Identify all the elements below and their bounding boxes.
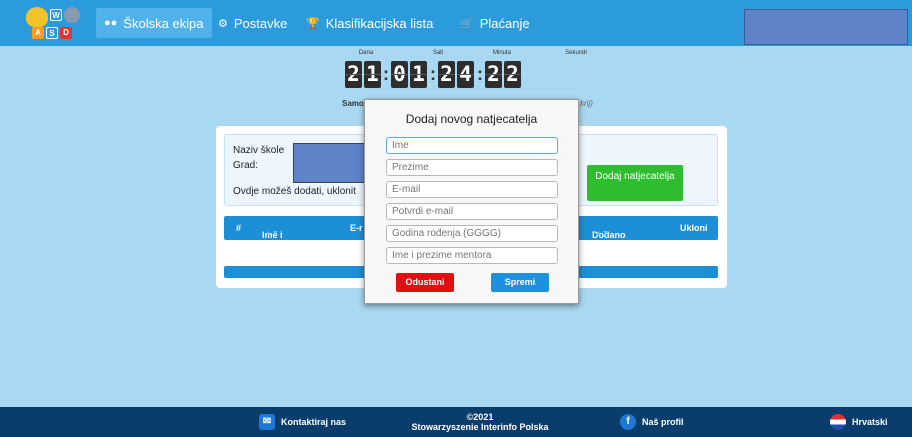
school-name-label: Naziv škole (233, 145, 285, 156)
save-button[interactable]: Spremi (491, 273, 549, 292)
facebook-icon: f (620, 414, 636, 430)
countdown-label-seconds: Sekundi (565, 50, 587, 56)
language-selector[interactable]: Hrvatski (830, 407, 888, 437)
add-competitor-modal: Dodaj novog natjecatelja Odustani Spremi (364, 99, 579, 304)
countdown-digit: 2 (438, 61, 455, 88)
nav-item-payment[interactable]: 🛒 Plaćanje (452, 0, 538, 46)
gear-icon: ⚙ (218, 17, 228, 30)
countdown-digit: 1 (364, 61, 381, 88)
school-name-redacted (293, 143, 369, 183)
contact-label: Kontaktiraj nas (281, 417, 347, 427)
logo-letter: A (32, 27, 44, 39)
modal-title: Dodaj novog natjecatelja (405, 112, 538, 126)
cart-icon: 🛒 (460, 17, 474, 30)
nav-item-label: Plaćanje (479, 15, 530, 31)
copyright-block: ©2021 Stowarzyszenie Interinfo Polska (410, 412, 550, 432)
organization-name: Stowarzyszenie Interinfo Polska (411, 422, 549, 432)
countdown-digit: 1 (410, 61, 427, 88)
profile-link[interactable]: f Naš profil (620, 407, 684, 437)
email-confirm-input[interactable] (386, 203, 558, 220)
language-label: Hrvatski (852, 417, 888, 427)
logo-badge-icon (64, 7, 80, 23)
countdown-caption: Samo (342, 99, 364, 108)
countdown-label-hours: Sati (432, 50, 444, 56)
envelope-icon: ✉ (259, 414, 275, 430)
users-icon: ●● (104, 17, 118, 29)
logo-letter: W (50, 9, 62, 21)
top-nav: W A S D ●● Školska ekipa ⚙ Postavke 🏆 Kl… (0, 0, 912, 46)
profile-label: Naš profil (642, 417, 684, 427)
copyright-year: ©2021 (466, 412, 494, 422)
countdown-digit: 2 (345, 61, 362, 88)
add-competitor-button[interactable]: Dodaj natjecatelja (587, 165, 683, 201)
column-number: # (236, 223, 242, 233)
nav-item-school-team[interactable]: ●● Školska ekipa (96, 8, 212, 38)
nav-item-label: Školska ekipa (123, 15, 204, 31)
countdown-hide-link[interactable]: krij) (580, 99, 593, 108)
column-email[interactable]: E-r (350, 223, 363, 233)
nav-item-label: Klasifikacijska lista (325, 15, 434, 31)
sort-icon: ▲▼ (595, 230, 609, 237)
logo-letter: D (60, 27, 72, 39)
countdown-digit: 0 (391, 61, 408, 88)
countdown-digit: 2 (485, 61, 502, 88)
mentor-name-input[interactable] (386, 247, 558, 264)
instructions-text: Ovdje možeš dodati, uklonit (233, 186, 356, 197)
countdown-label-days: Dana (358, 50, 374, 56)
logo-letter: S (46, 27, 58, 39)
nav-item-ranking[interactable]: 🏆 Klasifikacijska lista (298, 0, 441, 46)
countdown-label-minutes: Minuta (492, 50, 511, 56)
countdown-digit: 4 (457, 61, 474, 88)
trophy-icon: 🏆 (306, 17, 320, 30)
email-input[interactable] (386, 181, 558, 198)
user-menu-redacted[interactable] (744, 9, 908, 45)
birth-year-input[interactable] (386, 225, 558, 242)
footer: ✉ Kontaktiraj nas ©2021 Stowarzyszenie I… (0, 407, 912, 437)
last-name-input[interactable] (386, 159, 558, 176)
countdown-separator: : (383, 64, 389, 84)
app-logo[interactable]: W A S D (26, 5, 82, 41)
nav-item-label: Postavke (233, 15, 288, 31)
city-label: Grad: (233, 160, 259, 171)
column-remove: Ukloni (680, 223, 708, 233)
countdown-separator: : (430, 64, 436, 84)
first-name-input[interactable] (386, 137, 558, 154)
contact-link[interactable]: ✉ Kontaktiraj nas (259, 407, 346, 437)
logo-trophy-icon (26, 7, 48, 27)
countdown-separator: : (477, 64, 483, 84)
nav-item-settings[interactable]: ⚙ Postavke (210, 0, 295, 46)
countdown-digit: 2 (504, 61, 521, 88)
croatian-flag-icon (830, 414, 846, 430)
sort-icon: ▲▼ (265, 230, 279, 237)
cancel-button[interactable]: Odustani (396, 273, 454, 292)
